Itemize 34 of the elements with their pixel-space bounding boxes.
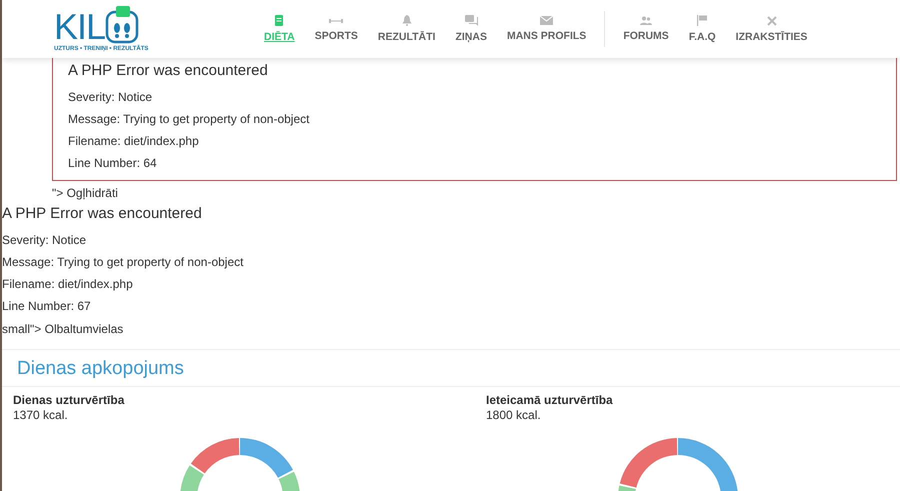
nav-link[interactable]: F.A.Q bbox=[678, 15, 726, 43]
error-detail: Filename: diet/index.php bbox=[68, 133, 200, 150]
envelope-icon bbox=[540, 16, 554, 25]
error-detail: Message: Trying to get property of non-object bbox=[68, 111, 310, 128]
error-detail: Line Number: 67 bbox=[2, 298, 92, 315]
nav-link[interactable]: FORUMS bbox=[613, 16, 679, 42]
error-detail: Line Number: 64 bbox=[68, 155, 158, 172]
stat-value: 1370 kcal. bbox=[13, 408, 69, 423]
stat-value: 1800 kcal. bbox=[486, 408, 542, 423]
chat-bubbles-icon bbox=[464, 15, 478, 26]
section-title: Dienas apkopojums bbox=[2, 350, 900, 387]
nav-link[interactable]: IZRAKSTĪTIES bbox=[726, 16, 818, 42]
nav-link[interactable]: SPORTS bbox=[304, 16, 368, 42]
bell-icon bbox=[402, 15, 412, 26]
nav-link[interactable]: ZIŅAS bbox=[445, 15, 497, 43]
users-icon bbox=[640, 16, 652, 25]
nav-link[interactable]: MANS PROFILS bbox=[496, 16, 596, 42]
nav-link[interactable]: REZULTĀTI bbox=[368, 15, 446, 43]
error-detail: Severity: Notice bbox=[2, 232, 88, 249]
stat-label: Ieteicamā uzturvērtība bbox=[486, 393, 614, 408]
error-detail: Severity: Notice bbox=[68, 89, 154, 106]
error-detail: Filename: diet/index.php bbox=[2, 276, 134, 293]
stray-text: "> Ogļhidrāti bbox=[51, 185, 119, 202]
flag-icon bbox=[697, 15, 708, 26]
dumbbell-icon bbox=[328, 16, 344, 24]
stray-text: small"> Olbaltumvielas bbox=[2, 321, 124, 338]
close-icon bbox=[766, 16, 777, 26]
logo-wordmark: KIL bbox=[54, 10, 106, 44]
scale-feet-logo-icon bbox=[105, 6, 142, 44]
notepad-icon bbox=[274, 15, 284, 26]
error-title: A PHP Error was encountered bbox=[68, 62, 269, 80]
stat-label: Dienas uzturvērtība bbox=[13, 393, 126, 408]
error-title: A PHP Error was encountered bbox=[2, 205, 203, 223]
error-detail: Message: Trying to get property of non-object bbox=[2, 254, 244, 271]
